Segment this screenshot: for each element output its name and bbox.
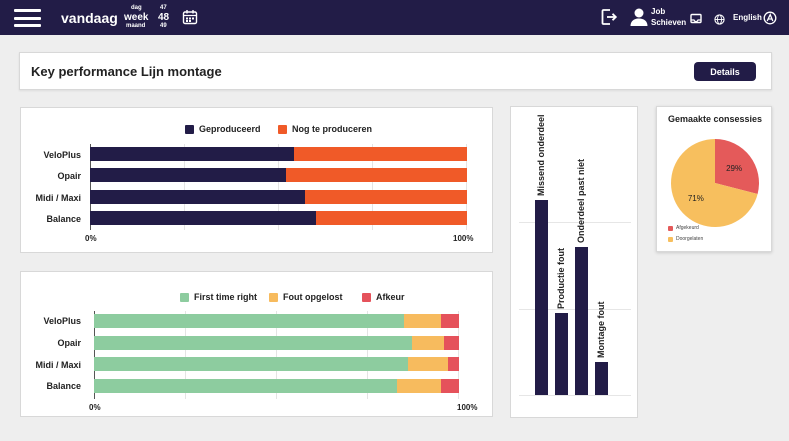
legend-item: Nog te produceren	[278, 124, 372, 134]
language-label[interactable]: English	[733, 13, 762, 22]
week-label: week	[124, 12, 149, 23]
legend-label: Fout opgelost	[283, 292, 343, 302]
legend-label: First time right	[194, 292, 258, 302]
bar-label: Montage fout	[596, 301, 606, 359]
bar-label: Productie fout	[556, 248, 566, 309]
concessions-pie-chart: Gemaakte consessies 29% 71% Afgekeurd Do…	[656, 106, 772, 252]
bar-segment-first-time-right[interactable]	[94, 357, 408, 371]
day-label: dag	[131, 5, 142, 11]
user-first-name: Job	[651, 7, 666, 16]
bar-label: Missend onderdeel	[536, 114, 546, 196]
top-navigation-bar: vandaag dag 47 week 48 maand 49 Job Schi…	[0, 0, 789, 35]
category-label: Midi / Maxi	[35, 193, 81, 203]
user-last-name: Schieven	[651, 18, 687, 27]
bar-segment-afkeur[interactable]	[448, 357, 459, 371]
legend-label: Afgekeurd	[676, 225, 699, 231]
day-value: 47	[160, 5, 167, 11]
bar-label: Onderdeel past niet	[576, 158, 586, 243]
calendar-icon[interactable]	[182, 9, 198, 30]
category-label: VeloPlus	[43, 150, 81, 160]
category-label: Midi / Maxi	[35, 360, 81, 370]
legend-label: Doorgelaten	[676, 236, 704, 242]
bar-segment-fout-opgelost[interactable]	[404, 314, 441, 328]
legend-item: First time right	[180, 292, 257, 302]
bar-segment-first-time-right[interactable]	[94, 379, 397, 393]
user-icon[interactable]	[629, 7, 649, 32]
bar-segment-produced[interactable]	[90, 147, 294, 161]
month-label: maand	[126, 23, 146, 29]
category-label: Opair	[57, 338, 81, 348]
bar-segment-fout-opgelost[interactable]	[407, 357, 449, 371]
bar-segment-afkeur[interactable]	[440, 314, 459, 328]
legend-swatch	[278, 124, 287, 134]
legend-item: Afkeur	[362, 292, 405, 302]
legend-item: Geproduceerd	[185, 124, 261, 134]
bar-segment-remaining[interactable]	[304, 190, 467, 204]
legend-label: Nog te produceren	[292, 124, 373, 134]
title-panel: Key performance Lijn montage Details	[19, 52, 772, 90]
bar-segment-produced[interactable]	[90, 168, 287, 182]
pie-legend-item: Doorgelaten	[668, 236, 703, 242]
x-tick-label: 100%	[453, 234, 474, 243]
bar-segment-remaining[interactable]	[316, 211, 467, 225]
legend-swatch	[362, 292, 371, 302]
today-link[interactable]: vandaag	[61, 10, 118, 26]
legend-item: Fout opgelost	[269, 292, 343, 302]
bar-missend-onderdeel[interactable]	[535, 200, 548, 395]
bar-segment-fout-opgelost[interactable]	[411, 336, 445, 350]
inbox-icon[interactable]	[690, 12, 702, 30]
user-name[interactable]: Job Schieven	[651, 6, 686, 28]
period-selector[interactable]: dag 47 week 48 maand 49	[121, 5, 171, 31]
logout-icon[interactable]	[600, 8, 618, 31]
bar-productie-fout[interactable]	[555, 313, 568, 395]
legend-swatch	[269, 292, 278, 302]
legend-swatch	[180, 292, 189, 302]
week-value: 48	[158, 12, 170, 23]
bar-segment-fout-opgelost[interactable]	[396, 379, 441, 393]
bar-segment-first-time-right[interactable]	[94, 336, 412, 350]
category-label: Opair	[57, 171, 81, 181]
bar-segment-remaining[interactable]	[293, 147, 467, 161]
quality-chart: First time right Fout opgelost Afkeur Ve…	[20, 271, 493, 417]
bar-segment-remaining[interactable]	[286, 168, 467, 182]
pie-svg: 29% 71%	[671, 139, 759, 227]
bar-segment-first-time-right[interactable]	[94, 314, 405, 328]
category-label: VeloPlus	[43, 316, 81, 326]
legend-swatch	[185, 124, 194, 134]
x-tick-label: 0%	[85, 234, 97, 243]
menu-icon[interactable]	[14, 9, 41, 27]
legend-swatch	[668, 236, 673, 242]
defect-causes-chart: Missend onderdeel Productie fout Onderde…	[510, 106, 638, 418]
pie-value-label: 29%	[726, 164, 742, 173]
x-tick-label: 0%	[89, 403, 101, 412]
pie-legend-item: Afgekeurd	[668, 225, 699, 231]
production-progress-chart: Geproduceerd Nog te produceren VeloPlus …	[20, 107, 493, 253]
month-value: 49	[160, 23, 167, 29]
legend-swatch	[668, 225, 673, 231]
category-label: Balance	[46, 214, 81, 224]
category-label: Balance	[46, 381, 81, 391]
legend-label: Afkeur	[376, 292, 405, 302]
bar-segment-afkeur[interactable]	[444, 336, 459, 350]
globe-icon[interactable]	[714, 12, 725, 30]
bar-segment-produced[interactable]	[90, 190, 305, 204]
bar-onderdeel-past-niet[interactable]	[575, 247, 588, 395]
x-tick-label: 100%	[457, 403, 478, 412]
page-title: Key performance Lijn montage	[31, 64, 222, 79]
legend-label: Geproduceerd	[199, 124, 261, 134]
bar-montage-fout[interactable]	[595, 362, 608, 395]
gridline	[519, 395, 631, 396]
bar-segment-produced[interactable]	[90, 211, 317, 225]
details-button[interactable]: Details	[694, 62, 756, 81]
bar-segment-afkeur[interactable]	[440, 379, 459, 393]
pie-value-label: 71%	[688, 194, 704, 203]
language-toggle-icon[interactable]	[763, 11, 777, 30]
